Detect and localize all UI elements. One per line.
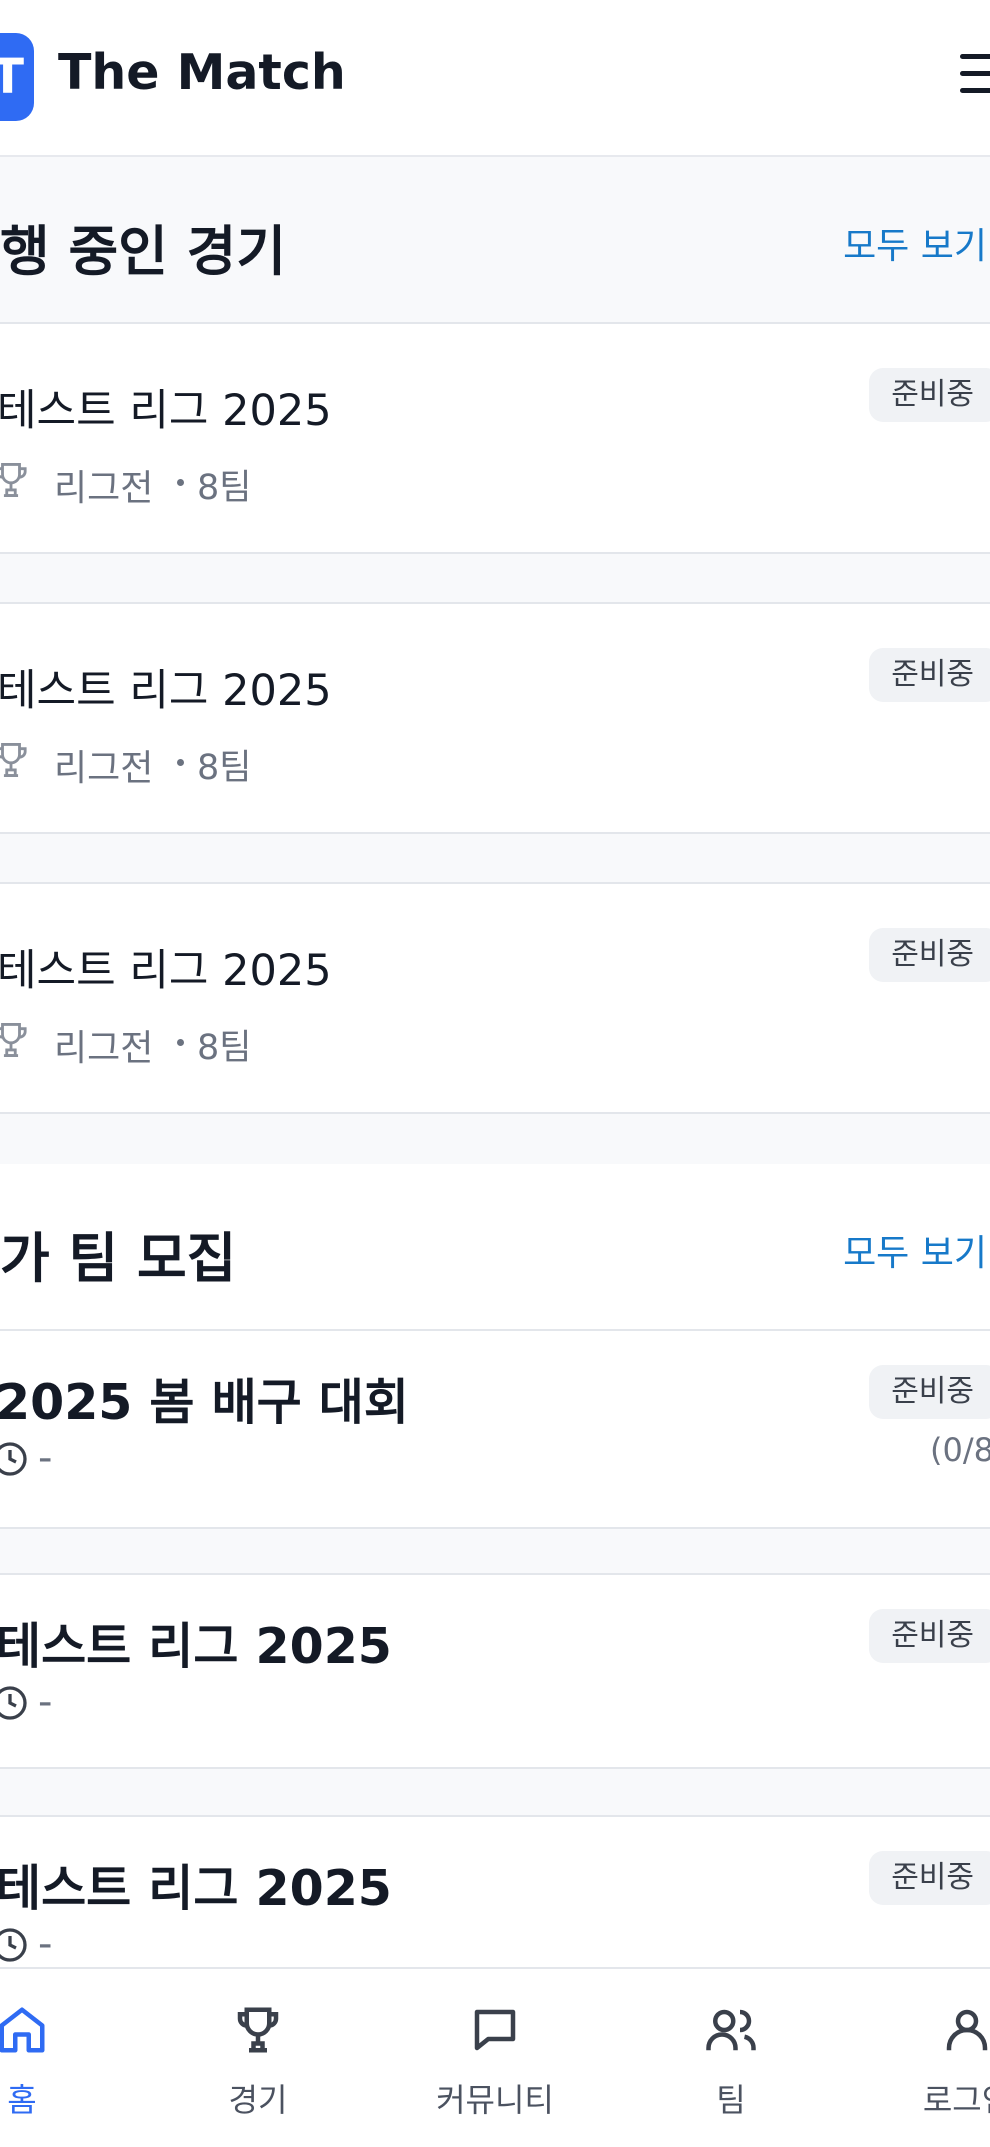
status-badge: 준비중: [869, 368, 990, 422]
trophy-icon: [0, 1023, 27, 1057]
separator-dot: [177, 759, 184, 766]
nav-label-home: 홈: [7, 2081, 37, 2119]
match-card[interactable]: 테스트 리그 2025 리그전 8팀 준비중: [0, 602, 990, 834]
clock-icon: [0, 1686, 27, 1720]
app-title[interactable]: The Match: [58, 44, 346, 101]
chat-icon: [474, 2009, 516, 2051]
recruit-card[interactable]: 2025 봄 배구 대회 - 준비중 (0/8: [0, 1329, 990, 1529]
clock-icon: [0, 1442, 27, 1476]
trophy-icon: [0, 463, 27, 497]
nav-item-community[interactable]: 커뮤니티: [420, 1969, 570, 2147]
status-badge: 준비중: [869, 928, 990, 982]
match-type: 리그전: [54, 468, 154, 509]
separator-dot: [177, 1039, 184, 1046]
recruit-deadline: -: [38, 1679, 53, 1725]
nav-label-community: 커뮤니티: [436, 2081, 554, 2119]
recruit-section-title: 가 팀 모집: [0, 1227, 237, 1290]
trophy-icon: [237, 2007, 279, 2053]
status-badge: 준비중: [869, 1851, 990, 1905]
match-team-count: 8팀: [197, 468, 252, 508]
recruit-title: 테스트 리그 2025: [0, 1860, 392, 1917]
users-icon: [706, 2009, 756, 2051]
ongoing-see-all-link[interactable]: 모두 보기: [843, 217, 990, 269]
match-card[interactable]: 테스트 리그 2025 리그전 8팀 준비중: [0, 322, 990, 554]
match-title: 테스트 리그 2025: [0, 946, 332, 996]
nav-item-matches[interactable]: 경기: [183, 1969, 333, 2147]
recruit-see-all-link[interactable]: 모두 보기: [843, 1224, 990, 1276]
nav-label-teams: 팀: [716, 2081, 746, 2119]
nav-item-teams[interactable]: 팀: [656, 1969, 806, 2147]
status-badge: 준비중: [869, 648, 990, 702]
match-card[interactable]: 테스트 리그 2025 리그전 8팀 준비중: [0, 882, 990, 1114]
app-header: T The Match: [0, 0, 990, 157]
status-badge: 준비중: [869, 1609, 990, 1663]
match-title: 테스트 리그 2025: [0, 386, 332, 436]
match-team-count: 8팀: [197, 748, 252, 788]
recruit-deadline: -: [38, 1921, 53, 1967]
user-icon: [946, 2009, 988, 2051]
nav-item-login[interactable]: 로그인: [892, 1969, 990, 2147]
nav-item-home[interactable]: 홈: [0, 1969, 97, 2147]
nav-label-matches: 경기: [228, 2081, 288, 2119]
match-team-count: 8팀: [197, 1028, 252, 1068]
ongoing-section-header: 행 중인 경기 모두 보기: [0, 157, 990, 322]
clock-icon: [0, 1928, 27, 1962]
ongoing-section-title: 행 중인 경기: [0, 220, 286, 283]
trophy-icon: [0, 743, 27, 777]
status-badge: 준비중: [869, 1365, 990, 1419]
match-type: 리그전: [54, 1028, 154, 1069]
recruit-card[interactable]: 테스트 리그 2025 - 준비중: [0, 1573, 990, 1769]
recruit-deadline: -: [38, 1435, 53, 1481]
menu-icon[interactable]: [960, 54, 990, 98]
home-icon: [0, 2007, 45, 2053]
bottom-nav: 홈 경기 커뮤니티 팀 로그인: [0, 1967, 990, 2147]
recruit-title: 2025 봄 배구 대회: [0, 1374, 409, 1431]
match-title: 테스트 리그 2025: [0, 666, 332, 716]
separator-dot: [177, 479, 184, 486]
match-type: 리그전: [54, 748, 154, 789]
nav-label-login: 로그인: [922, 2081, 990, 2119]
app-logo[interactable]: T: [0, 33, 34, 121]
recruit-section-header: 가 팀 모집 모두 보기: [0, 1164, 990, 1329]
recruit-team-count: (0/8: [930, 1431, 990, 1469]
recruit-title: 테스트 리그 2025: [0, 1618, 392, 1675]
